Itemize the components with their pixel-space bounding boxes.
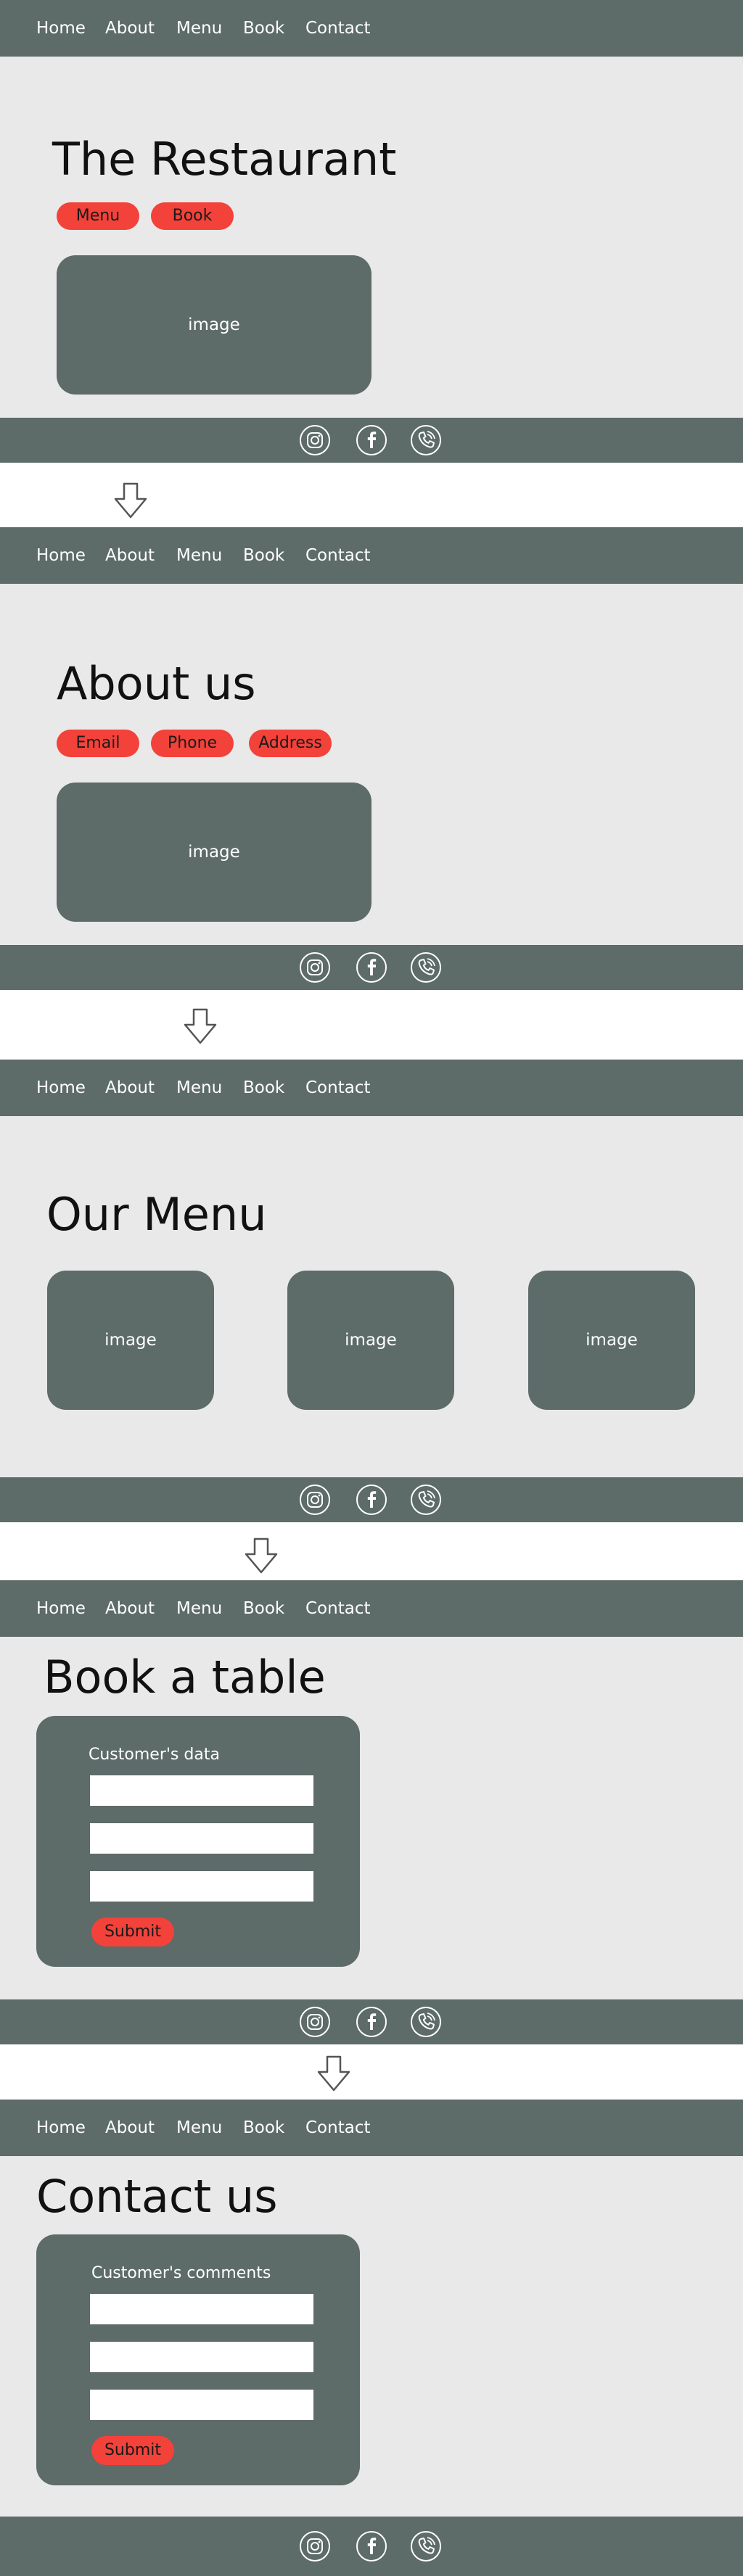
nav-home[interactable]: Home (36, 1598, 86, 1619)
restaurant-section: The Restaurant Menu Book image (0, 57, 743, 418)
down-arrow-icon (113, 482, 148, 519)
nav-home[interactable]: Home (36, 2118, 86, 2138)
phone-icon[interactable] (410, 424, 442, 456)
image-label: image (188, 315, 240, 334)
facebook-icon[interactable] (356, 1484, 387, 1516)
booking-form: Customer's data Submit (36, 1716, 360, 1967)
instagram-icon[interactable] (299, 2006, 331, 2038)
down-arrow-icon (183, 1007, 218, 1045)
navbar-5: Home About Menu Book Contact (0, 2100, 743, 2156)
submit-button[interactable]: Submit (91, 2436, 174, 2465)
nav-about[interactable]: About (105, 1598, 155, 1619)
footer-4 (0, 1999, 743, 2044)
separator-2 (0, 990, 743, 1060)
down-arrow-icon (244, 1537, 279, 1574)
customer-field-1[interactable] (90, 1775, 313, 1806)
nav-menu[interactable]: Menu (176, 2118, 222, 2138)
image-label: image (188, 843, 240, 862)
footer-2 (0, 945, 743, 990)
instagram-icon[interactable] (299, 424, 331, 456)
page-title: Contact us (36, 2170, 278, 2223)
about-section: About us Email Phone Address image (0, 584, 743, 945)
footer-1 (0, 418, 743, 463)
contact-section: Contact us Customer's comments Submit (0, 2156, 743, 2517)
comment-field-2[interactable] (90, 2342, 313, 2372)
footer-5 (0, 2517, 743, 2576)
facebook-icon[interactable] (356, 951, 387, 983)
phone-icon[interactable] (410, 2530, 442, 2562)
navbar-4: Home About Menu Book Contact (0, 1580, 743, 1637)
navbar-1: Home About Menu Book Contact (0, 0, 743, 57)
nav-about[interactable]: About (105, 1078, 155, 1098)
nav-contact[interactable]: Contact (305, 18, 370, 38)
nav-book[interactable]: Book (243, 2118, 284, 2138)
phone-icon[interactable] (410, 2006, 442, 2038)
customer-field-3[interactable] (90, 1871, 313, 1902)
page-title: Our Menu (46, 1188, 267, 1241)
customer-field-2[interactable] (90, 1823, 313, 1854)
phone-icon[interactable] (410, 951, 442, 983)
nav-book[interactable]: Book (243, 18, 284, 38)
instagram-icon[interactable] (299, 2530, 331, 2562)
instagram-icon[interactable] (299, 951, 331, 983)
hero-image: image (57, 255, 372, 395)
navbar-3: Home About Menu Book Contact (0, 1060, 743, 1116)
nav-menu[interactable]: Menu (176, 18, 222, 38)
image-label: image (345, 1331, 397, 1350)
menu-button[interactable]: Menu (57, 202, 139, 230)
down-arrow-icon (316, 2055, 351, 2092)
nav-book[interactable]: Book (243, 1078, 284, 1098)
separator-3 (0, 1522, 743, 1580)
submit-button[interactable]: Submit (91, 1917, 174, 1947)
form-label: Customer's comments (91, 2264, 271, 2282)
nav-book[interactable]: Book (243, 545, 284, 566)
comment-field-3[interactable] (90, 2390, 313, 2420)
separator-1 (0, 463, 743, 527)
nav-contact[interactable]: Contact (305, 2118, 370, 2138)
address-button[interactable]: Address (249, 730, 332, 757)
nav-home[interactable]: Home (36, 1078, 86, 1098)
image-label: image (104, 1331, 157, 1350)
nav-menu[interactable]: Menu (176, 545, 222, 566)
menu-image-1: image (47, 1271, 214, 1410)
nav-about[interactable]: About (105, 545, 155, 566)
facebook-icon[interactable] (356, 2530, 387, 2562)
instagram-icon[interactable] (299, 1484, 331, 1516)
book-button[interactable]: Book (151, 202, 234, 230)
nav-contact[interactable]: Contact (305, 545, 370, 566)
nav-home[interactable]: Home (36, 545, 86, 566)
comment-field-1[interactable] (90, 2294, 313, 2324)
book-section: Book a table Customer's data Submit (0, 1637, 743, 1999)
phone-button[interactable]: Phone (151, 730, 234, 757)
nav-about[interactable]: About (105, 18, 155, 38)
nav-contact[interactable]: Contact (305, 1598, 370, 1619)
nav-contact[interactable]: Contact (305, 1078, 370, 1098)
nav-menu[interactable]: Menu (176, 1598, 222, 1619)
nav-book[interactable]: Book (243, 1598, 284, 1619)
contact-form: Customer's comments Submit (36, 2234, 360, 2485)
menu-image-3: image (528, 1271, 695, 1410)
menu-image-2: image (287, 1271, 454, 1410)
navbar-2: Home About Menu Book Contact (0, 527, 743, 584)
nav-home[interactable]: Home (36, 18, 86, 38)
page-title: Book a table (44, 1651, 326, 1704)
about-image: image (57, 783, 372, 922)
email-button[interactable]: Email (57, 730, 139, 757)
nav-about[interactable]: About (105, 2118, 155, 2138)
footer-3 (0, 1477, 743, 1522)
facebook-icon[interactable] (356, 424, 387, 456)
image-label: image (586, 1331, 638, 1350)
page-title: The Restaurant (52, 133, 397, 186)
separator-4 (0, 2044, 743, 2100)
phone-icon[interactable] (410, 1484, 442, 1516)
form-label: Customer's data (89, 1746, 220, 1764)
page-title: About us (57, 657, 256, 710)
facebook-icon[interactable] (356, 2006, 387, 2038)
nav-menu[interactable]: Menu (176, 1078, 222, 1098)
menu-section: Our Menu image image image (0, 1116, 743, 1477)
